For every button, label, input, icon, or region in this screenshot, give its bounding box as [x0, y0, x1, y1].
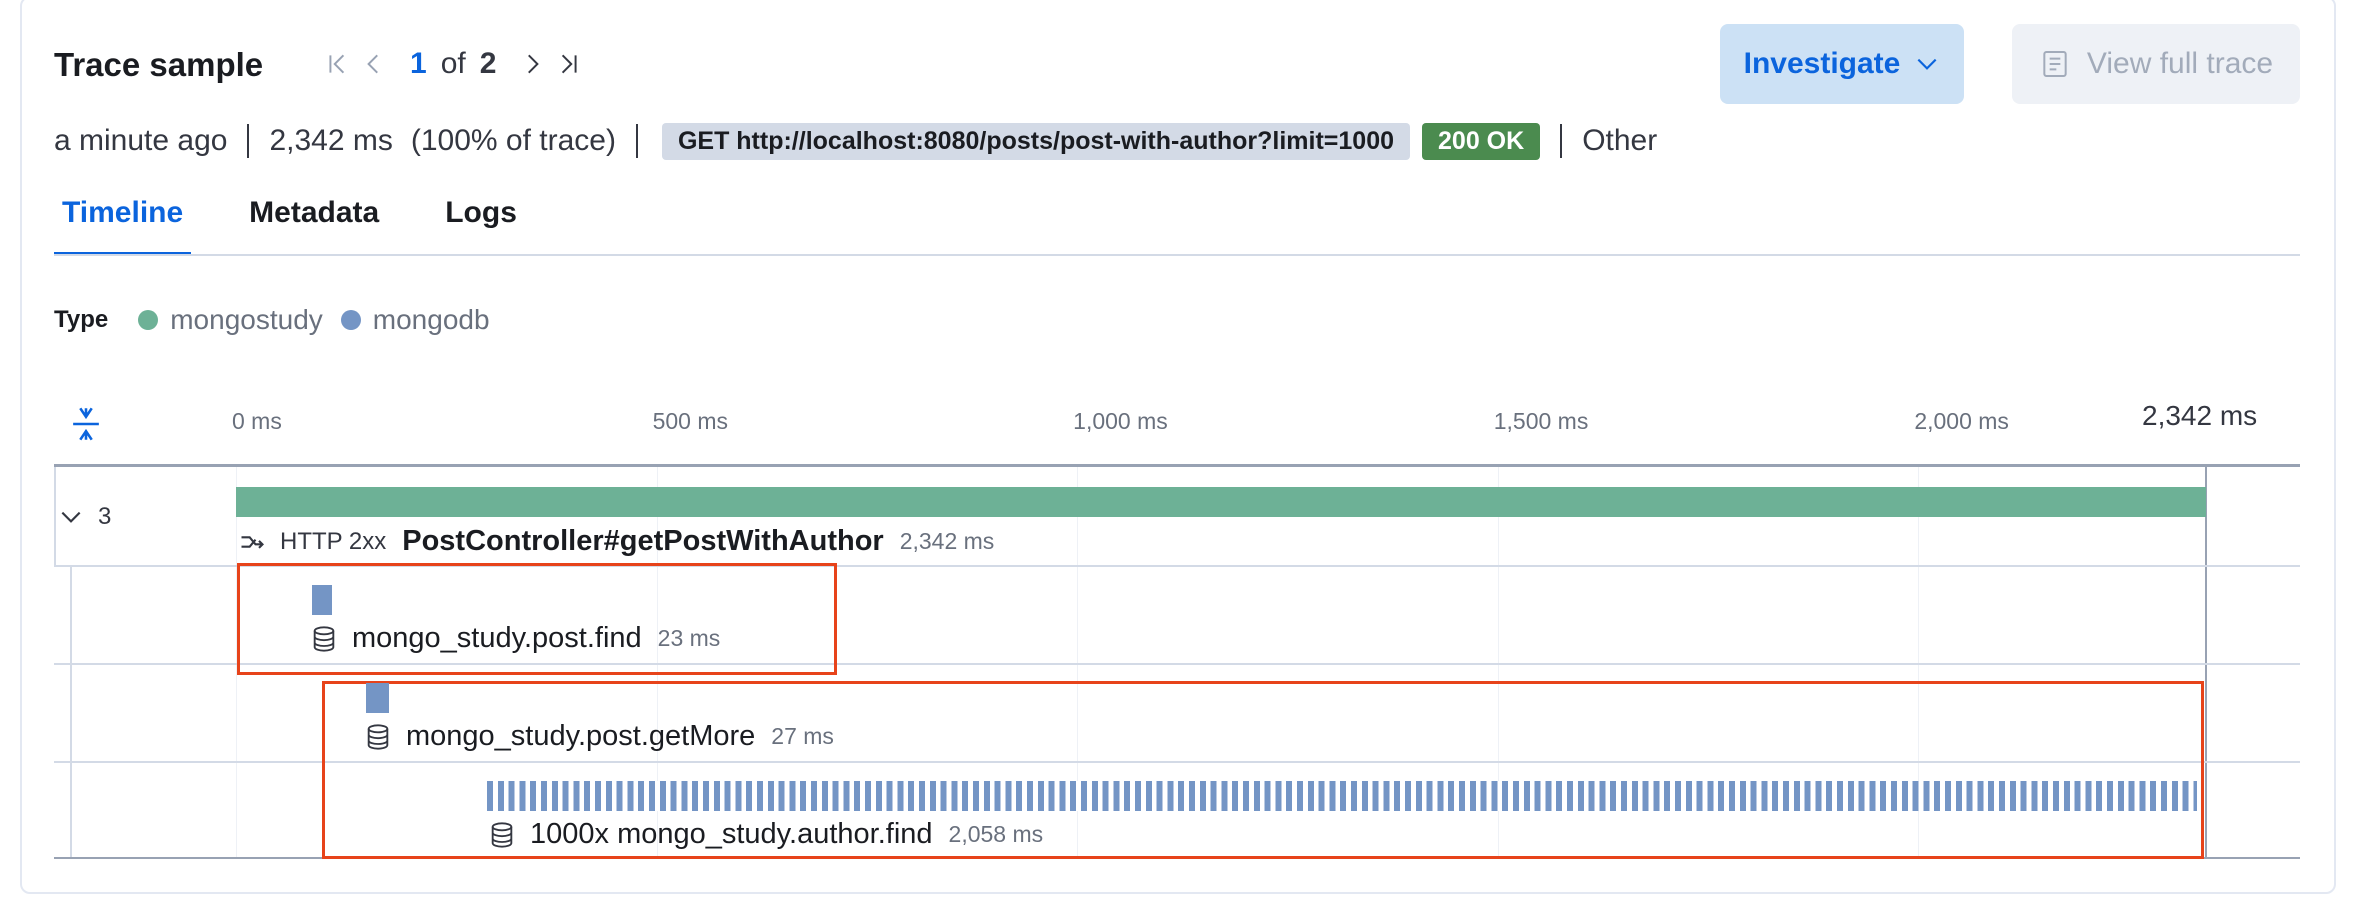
span-label-transaction[interactable]: HTTP 2xx PostController#getPostWithAutho… [238, 525, 994, 558]
legend-label: Type [54, 306, 109, 333]
document-icon [2043, 51, 2067, 77]
trace-pager: 1 of 2 [320, 44, 586, 84]
legend-item-label: mongostudy [170, 304, 323, 335]
last-page-button[interactable] [550, 44, 586, 84]
tab-metadata[interactable]: Metadata [241, 196, 387, 256]
previous-page-button[interactable] [356, 44, 392, 84]
ico-wrap [238, 528, 266, 556]
axis-tick-label: 1,000 ms [1073, 408, 1168, 434]
current-page: 1 [410, 47, 427, 80]
collapse-all-icon[interactable] [68, 404, 104, 444]
summary-divider [1560, 124, 1563, 158]
legend-dot [340, 310, 361, 330]
legend-item-mongodb: mongodb [340, 304, 490, 336]
legend-item-mongostudy: mongostudy [138, 304, 323, 336]
chevron-left-icon [367, 54, 378, 74]
waterfall: 3 HTTP 2xx PostController#getPostWithAut… [54, 467, 2300, 862]
last-page-icon [562, 54, 577, 74]
view-full-trace-button[interactable]: View full trace [2012, 24, 2300, 104]
tabs-divider [54, 254, 2300, 256]
percent-of-trace: (100% of trace) [410, 124, 616, 157]
first-page-button[interactable] [320, 44, 356, 84]
status-badge: 200 OK [1422, 122, 1541, 160]
summary-divider [247, 124, 250, 158]
waterfall-left-border [54, 467, 56, 565]
timeline-axis: 0 ms 500 ms 1,000 ms 1,500 ms 2,000 ms 2,342 … [54, 392, 2300, 464]
page-title: Trace sample [54, 46, 264, 83]
highlight-box-getmore-author-find [322, 681, 2204, 859]
chevron-right-icon [528, 54, 540, 74]
highlight-box-post-find [237, 563, 837, 675]
gutter-line [70, 565, 72, 857]
type-legend: Type mongostudy mongodb [54, 304, 508, 336]
first-page-icon [329, 54, 345, 74]
span-name: PostController#getPostWithAuthor [402, 525, 884, 557]
trace-summary: a minute ago 2,342 ms (100% of trace) GE… [54, 120, 1657, 162]
axis-tick-label: 500 ms [652, 408, 729, 434]
chevron-down-icon [61, 511, 81, 523]
summary-divider [635, 124, 638, 158]
child-count: 3 [98, 503, 112, 530]
tab-timeline[interactable]: Timeline [54, 196, 192, 256]
axis-tick-label: 2,000 ms [1914, 408, 2009, 434]
transaction-type: Other [1582, 124, 1658, 157]
total-pages: 2 [479, 47, 497, 80]
expand-toggle[interactable]: 3 [58, 503, 111, 531]
legend-item-label: mongodb [372, 304, 490, 335]
request-url-badge: GET http://localhost:8080/posts/post-wit… [661, 122, 1411, 160]
span-bar[interactable] [486, 781, 2197, 811]
chevron-down-icon [1917, 58, 1937, 70]
time-ago: a minute ago [54, 124, 228, 157]
axis-tick-label: 0 ms [232, 408, 282, 434]
trace-duration: 2,342 ms [269, 124, 393, 157]
span-bar[interactable] [366, 683, 390, 713]
investigate-button[interactable]: Investigate [1720, 24, 1964, 104]
tab-logs[interactable]: Logs [437, 196, 525, 256]
investigate-label: Investigate [1743, 47, 1901, 80]
merge-icon [241, 535, 264, 549]
axis-end-label: 2,342 ms [2142, 400, 2258, 431]
span-bar[interactable] [311, 585, 332, 615]
span-duration: 2,342 ms [899, 528, 995, 554]
http-status: HTTP 2xx [280, 527, 387, 555]
axis-tick-label: 1,500 ms [1493, 408, 1589, 434]
legend-dot [138, 310, 159, 330]
view-full-trace-label: View full trace [2086, 47, 2274, 80]
trace-tabs: Timeline Metadata Logs [54, 196, 525, 256]
next-page-button[interactable] [514, 44, 550, 84]
span-bar[interactable] [236, 487, 2206, 517]
pager-of-label: of [440, 47, 466, 80]
